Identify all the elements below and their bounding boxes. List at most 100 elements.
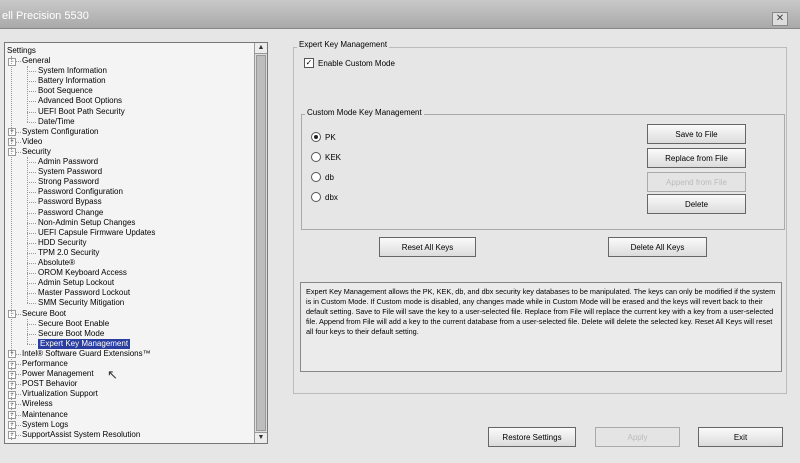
tree-item-password-configuration[interactable]: Password Configuration [38,187,123,197]
radio-dbx-label: dbx [325,193,338,202]
tree-connector [16,313,21,315]
tree-item-hdd-security[interactable]: HDD Security [38,238,86,248]
tree-item-non-admin-setup-changes[interactable]: Non-Admin Setup Changes [38,218,135,228]
settings-tree[interactable]: Settings ▲ ▼ − General System Information B… [4,42,268,444]
tree-connector [27,111,36,113]
tree-item-system-logs[interactable]: System Logs [22,420,68,430]
tree-item-system-information[interactable]: System Information [38,66,107,76]
replace-from-file-button[interactable]: Replace from File [647,148,746,168]
tree-expander-icon[interactable]: + [8,370,16,379]
tree-item-smm-security-mitigation[interactable]: SMM Security Mitigation [38,298,124,308]
reset-all-keys-button[interactable]: Reset All Keys [379,237,476,257]
tree-item-intel-software-guard-extensions[interactable]: Intel® Software Guard Extensions™ [22,349,151,359]
tree-connector [27,232,36,234]
tree-item-advanced-boot-options[interactable]: Advanced Boot Options [38,96,122,106]
tree-connector [27,242,36,244]
tree-connector [16,61,21,62]
tree-item-strong-password[interactable]: Strong Password [38,177,99,187]
tree-connector [16,353,21,355]
tree-expander-icon[interactable]: + [8,380,16,389]
tree-item-uefi-boot-path-security[interactable]: UEFI Boot Path Security [38,107,125,117]
tree-item-orom-keyboard-access[interactable]: OROM Keyboard Access [38,268,127,278]
append-from-file-button[interactable]: Append from File [647,172,746,192]
tree-item-secure-boot-enable[interactable]: Secure Boot Enable [38,319,109,329]
tree-expander-icon[interactable]: + [8,360,16,369]
exit-button[interactable]: Exit [698,427,783,447]
scroll-thumb[interactable] [256,55,266,431]
delete-button[interactable]: Delete [647,194,746,214]
tree-item-system-password[interactable]: System Password [38,167,102,177]
tree-item-battery-information[interactable]: Battery Information [38,76,106,86]
radio-db[interactable] [311,172,321,182]
tree-expander-icon[interactable]: + [8,350,16,359]
tree-item-tpm-2-0-security[interactable]: TPM 2.0 Security [38,248,99,258]
tree-item-video[interactable]: Video [22,137,42,147]
radio-kek-label: KEK [325,153,342,162]
tree-expander-icon[interactable]: − [8,148,16,157]
scroll-up-arrow-icon[interactable]: ▲ [255,43,267,54]
tree-connector [16,424,21,426]
restore-settings-button[interactable]: Restore Settings [488,427,576,447]
tree-item-system-configuration[interactable]: System Configuration [22,127,98,137]
tree-connector [16,434,21,436]
close-button[interactable]: ✕ [772,12,788,26]
enable-custom-mode-checkbox[interactable]: ✓ [304,58,314,68]
tree-root-settings[interactable]: Settings [7,46,36,56]
tree-expander-icon[interactable]: + [8,400,16,409]
tree-item-expert-key-management[interactable]: Expert Key Management [38,338,131,349]
tree-expander-icon[interactable]: − [8,57,16,66]
tree-item-date-time[interactable]: Date/Time [38,117,75,127]
tree-item-absolute[interactable]: Absolute® [38,258,75,268]
tree-connector [27,222,36,224]
tree-item-maintenance[interactable]: Maintenance [22,410,68,420]
tree-connector [27,182,36,184]
tree-item-secure-boot-mode[interactable]: Secure Boot Mode [38,329,104,339]
scroll-down-arrow-icon[interactable]: ▼ [255,432,267,443]
tree-expander-icon[interactable]: + [8,431,16,440]
radio-pk[interactable] [311,132,321,142]
delete-all-keys-button[interactable]: Delete All Keys [608,237,707,257]
tree-expander-icon[interactable]: + [8,128,16,137]
tree-connector [16,384,21,386]
radio-db-label: db [325,173,334,182]
tree-expander-icon[interactable]: + [8,390,16,399]
tree-connector [27,212,36,214]
tree-item-admin-setup-lockout[interactable]: Admin Setup Lockout [38,278,114,288]
tree-item-secure-boot[interactable]: Secure Boot [22,309,66,319]
tree-connector [27,156,28,304]
radio-dbx[interactable] [311,192,321,202]
tree-item-uefi-capsule-firmware-updates[interactable]: UEFI Capsule Firmware Updates [38,228,155,238]
tree-connector [27,273,36,275]
save-to-file-button[interactable]: Save to File [647,124,746,144]
tree-item-password-bypass[interactable]: Password Bypass [38,197,102,207]
tree-item-security[interactable]: Security [22,147,51,157]
tree-expander-icon[interactable]: − [8,310,16,318]
apply-button[interactable]: Apply [595,427,680,447]
title-bar: ell Precision 5530 ✕ [0,0,800,29]
tree-connector [16,151,21,153]
tree-expander-icon[interactable]: + [8,421,16,430]
tree-expander-icon[interactable]: + [8,138,16,147]
tree-expander-icon[interactable]: + [8,411,16,419]
tree-connector [27,333,36,335]
tree-item-power-management[interactable]: Power Management [22,369,94,379]
tree-connector [27,91,36,93]
tree-item-password-change[interactable]: Password Change [38,208,103,218]
tree-item-supportassist-system-resolution[interactable]: SupportAssist System Resolution [22,430,140,440]
tree-scrollbar[interactable]: ▲ ▼ [254,43,267,443]
tree-item-virtualization-support[interactable]: Virtualization Support [22,389,98,399]
tree-item-general[interactable]: General [22,56,50,66]
tree-connector [27,66,28,122]
tree-item-wireless[interactable]: Wireless [22,399,53,409]
help-description: Expert Key Management allows the PK, KEK… [300,282,782,372]
tree-item-post-behavior[interactable]: POST Behavior [22,379,77,389]
tree-item-master-password-lockout[interactable]: Master Password Lockout [38,288,130,298]
radio-pk-label: PK [325,133,336,142]
tree-connector [27,263,36,264]
tree-item-boot-sequence[interactable]: Boot Sequence [38,86,93,96]
radio-kek[interactable] [311,152,321,162]
tree-item-admin-password[interactable]: Admin Password [38,157,98,167]
tree-connector [16,394,21,396]
tree-item-performance[interactable]: Performance [22,359,68,369]
tree-connector [27,252,36,254]
